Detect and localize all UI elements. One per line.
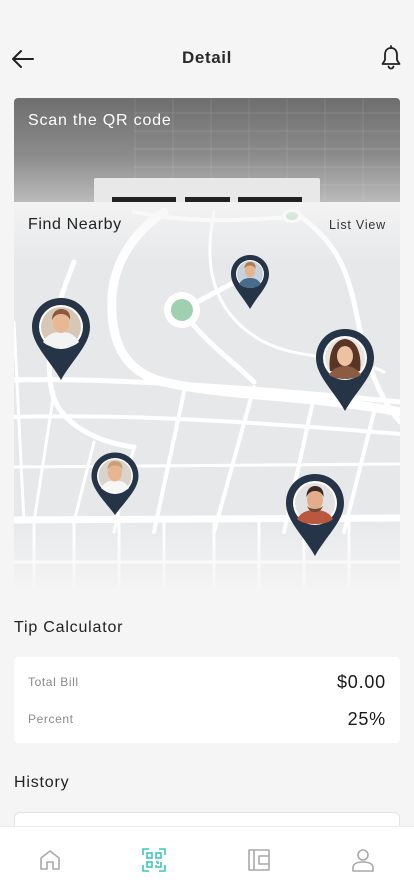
- home-icon[interactable]: [37, 847, 63, 873]
- header: Detail: [0, 0, 414, 98]
- bottom-tab-bar: [0, 826, 414, 896]
- total-bill-value[interactable]: $0.00: [337, 672, 386, 693]
- total-bill-label: Total Bill: [28, 675, 79, 689]
- user-icon[interactable]: [350, 847, 376, 873]
- qr-scan-card[interactable]: Scan the QR code: [14, 98, 400, 204]
- pin-user-4[interactable]: [90, 451, 140, 517]
- percent-row[interactable]: Percent 25%: [28, 709, 386, 729]
- avatar-icon: [237, 261, 263, 288]
- avatar-icon: [325, 338, 365, 379]
- find-nearby-title: Find Nearby: [28, 216, 122, 233]
- avatar-icon: [98, 459, 132, 493]
- tip-calculator-card: Total Bill $0.00 Percent 25%: [14, 657, 400, 743]
- qr-card-title: Scan the QR code: [28, 112, 172, 129]
- bell-icon[interactable]: [380, 45, 402, 71]
- list-view-link[interactable]: List View: [329, 218, 386, 232]
- avatar-icon: [41, 307, 81, 348]
- qr-scan-icon[interactable]: [141, 847, 167, 873]
- history-title: History: [14, 774, 70, 791]
- pin-user-5[interactable]: [284, 472, 346, 558]
- wallet-icon[interactable]: [246, 847, 272, 873]
- nearby-map[interactable]: Find Nearby List View: [14, 202, 400, 588]
- page-title: Detail: [182, 48, 232, 67]
- tip-calculator-title: Tip Calculator: [14, 619, 124, 636]
- total-bill-row[interactable]: Total Bill $0.00: [28, 672, 386, 692]
- percent-label: Percent: [28, 712, 74, 726]
- pin-user-3[interactable]: [314, 327, 376, 413]
- avatar-icon: [295, 483, 335, 524]
- percent-value[interactable]: 25%: [348, 709, 386, 730]
- pin-user-2[interactable]: [230, 254, 270, 310]
- pin-user-1[interactable]: [30, 296, 92, 382]
